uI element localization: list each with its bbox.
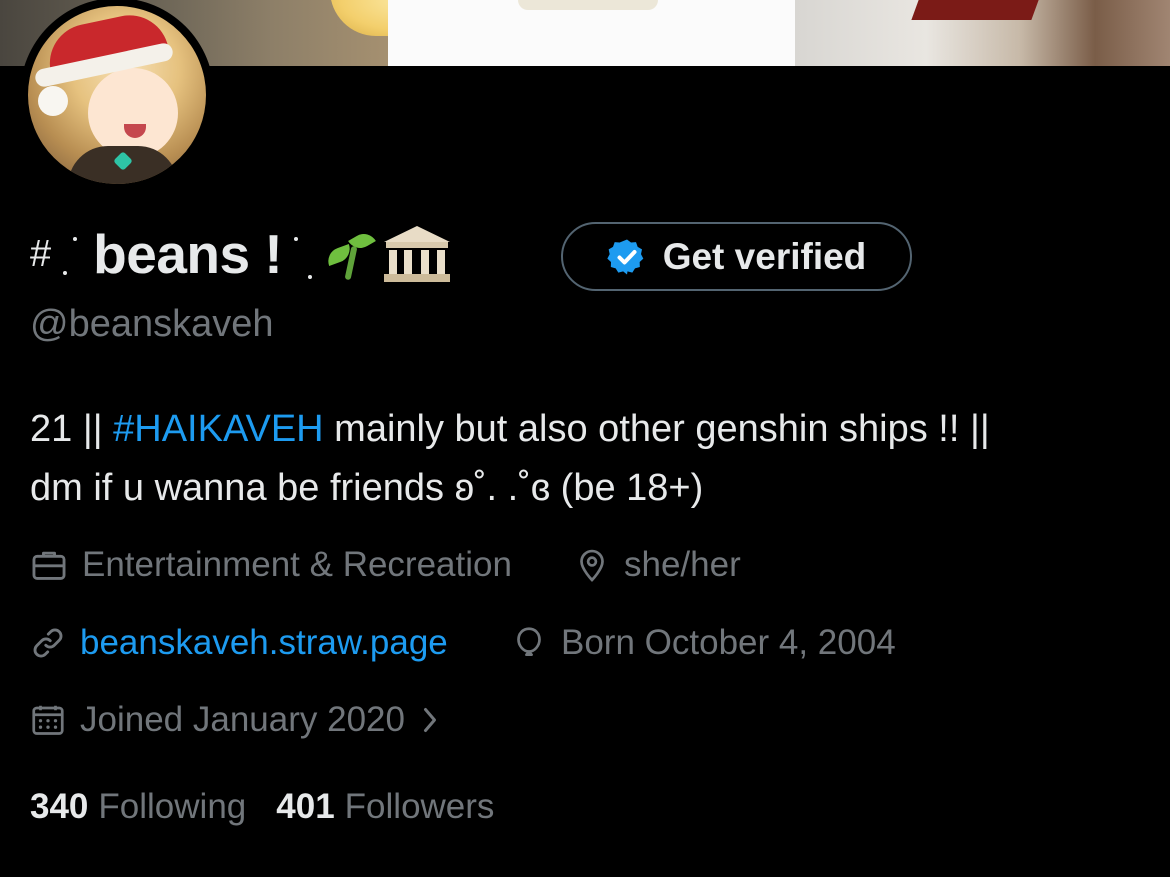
followers-link[interactable]: 401 Followers bbox=[276, 787, 494, 827]
decorative-dots bbox=[59, 229, 93, 279]
follow-stats: 340 Following 401 Followers bbox=[30, 787, 494, 827]
profile-category: Entertainment & Recreation bbox=[30, 545, 512, 585]
followers-label: Followers bbox=[344, 787, 495, 826]
classical-building-emoji bbox=[384, 226, 451, 282]
followers-count: 401 bbox=[276, 787, 335, 826]
link-icon bbox=[33, 628, 63, 658]
briefcase-icon bbox=[32, 551, 66, 580]
get-verified-button[interactable]: Get verified bbox=[561, 222, 912, 291]
display-name: # beans ! bbox=[30, 223, 451, 285]
chevron-right-icon bbox=[423, 708, 436, 732]
calendar-icon bbox=[32, 705, 64, 735]
location-pin-icon bbox=[580, 549, 604, 582]
profile-bio: 21 || #HAIKAVEH mainly but also other ge… bbox=[30, 400, 1150, 518]
display-name-text: beans ! bbox=[93, 223, 283, 285]
bio-hashtag-link[interactable]: #HAIKAVEH bbox=[113, 408, 323, 450]
location-label: she/her bbox=[624, 545, 741, 584]
bio-text: dm if u wanna be friends ʚ˚. .˚ɞ (be 18+… bbox=[30, 467, 704, 509]
bio-text: 21 || bbox=[30, 408, 114, 450]
profile-joined[interactable]: Joined January 2020 bbox=[30, 700, 441, 740]
username-handle: @beanskaveh bbox=[30, 303, 274, 345]
verified-badge-icon bbox=[607, 239, 644, 274]
balloon-icon bbox=[517, 627, 541, 657]
banner-image-center bbox=[388, 0, 795, 66]
get-verified-label: Get verified bbox=[662, 235, 867, 277]
banner-image-right bbox=[795, 0, 1170, 66]
following-count: 340 bbox=[30, 787, 89, 826]
profile-birthday: Born October 4, 2004 bbox=[511, 623, 896, 663]
name-prefix: # bbox=[30, 232, 52, 275]
website-link[interactable]: beanskaveh.straw.page bbox=[80, 623, 448, 663]
joined-label: Joined January 2020 bbox=[80, 700, 405, 739]
following-label: Following bbox=[98, 787, 247, 826]
birthday-label: Born October 4, 2004 bbox=[561, 623, 896, 662]
decorative-dots bbox=[282, 229, 316, 279]
bio-text: mainly but also other genshin ships !! |… bbox=[323, 408, 990, 450]
following-link[interactable]: 340 Following bbox=[30, 787, 246, 827]
avatar[interactable] bbox=[20, 0, 214, 192]
sprout-emoji bbox=[324, 228, 377, 281]
profile-location: she/her bbox=[574, 545, 741, 585]
category-label: Entertainment & Recreation bbox=[82, 545, 512, 584]
profile-website[interactable]: beanskaveh.straw.page bbox=[30, 623, 448, 663]
